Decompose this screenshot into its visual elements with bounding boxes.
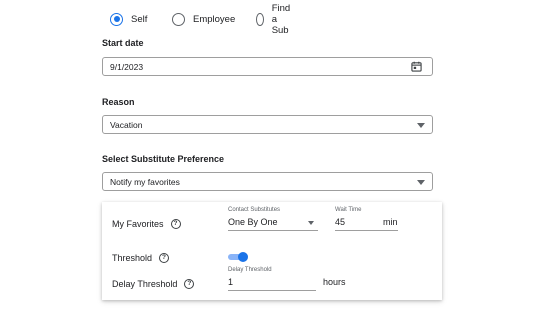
radio-employee-label[interactable]: Employee [193,14,235,25]
wait-time-unit: min [383,217,398,227]
calendar-icon[interactable] [411,61,422,72]
help-icon[interactable]: ? [159,253,170,263]
delay-threshold-underline[interactable] [228,290,316,291]
chevron-down-icon[interactable] [417,180,425,185]
start-date-value[interactable]: 9/1/2023 [110,62,143,72]
delay-threshold-field-label: Delay Threshold [228,267,272,273]
threshold-row: Threshold ? [112,253,170,263]
reason-select[interactable]: Vacation [102,115,433,134]
chevron-down-icon[interactable] [308,221,314,225]
delay-threshold-row-label: Delay Threshold [112,279,178,289]
substitute-preference-label: Select Substitute Preference [102,154,225,164]
contact-substitutes-label: Contact Substitutes [228,207,281,213]
radio-self-label[interactable]: Self [131,14,147,25]
contact-substitutes-value[interactable]: One By One [228,217,278,227]
radio-employee-indicator[interactable] [172,12,185,26]
wait-time-label: Wait Time [335,207,362,213]
radio-find-a-sub[interactable]: Find a Sub [256,3,295,36]
my-favorites-row: My Favorites ? [112,219,181,229]
radio-self-indicator[interactable] [110,12,123,26]
help-icon[interactable]: ? [170,219,181,229]
wait-time-input[interactable]: 45 [335,217,345,227]
delay-threshold-row: Delay Threshold ? [112,279,195,289]
start-date-field[interactable]: 9/1/2023 [102,57,433,76]
reason-value[interactable]: Vacation [110,120,142,130]
help-icon[interactable]: ? [184,279,195,289]
radio-find-a-sub-indicator[interactable] [256,12,264,26]
substitute-preference-select[interactable]: Notify my favorites [102,172,433,191]
reason-label: Reason [102,97,135,107]
delay-threshold-input[interactable]: 1 [228,277,233,287]
radio-self[interactable]: Self [110,11,147,27]
threshold-toggle[interactable] [226,252,248,262]
radio-employee[interactable]: Employee [172,11,235,27]
threshold-toggle-knob[interactable] [238,252,248,262]
radio-find-a-sub-label[interactable]: Find a Sub [272,3,296,36]
wait-time-underline[interactable] [335,230,398,231]
chevron-down-icon[interactable] [417,123,425,128]
delay-threshold-unit: hours [323,277,346,287]
start-date-label: Start date [102,38,144,48]
my-favorites-label: My Favorites [112,219,164,229]
contact-substitutes-select[interactable] [228,230,318,231]
favorites-panel: My Favorites ? Contact Substitutes One B… [102,202,442,300]
substitute-preference-value[interactable]: Notify my favorites [110,177,180,187]
threshold-label: Threshold [112,253,153,263]
